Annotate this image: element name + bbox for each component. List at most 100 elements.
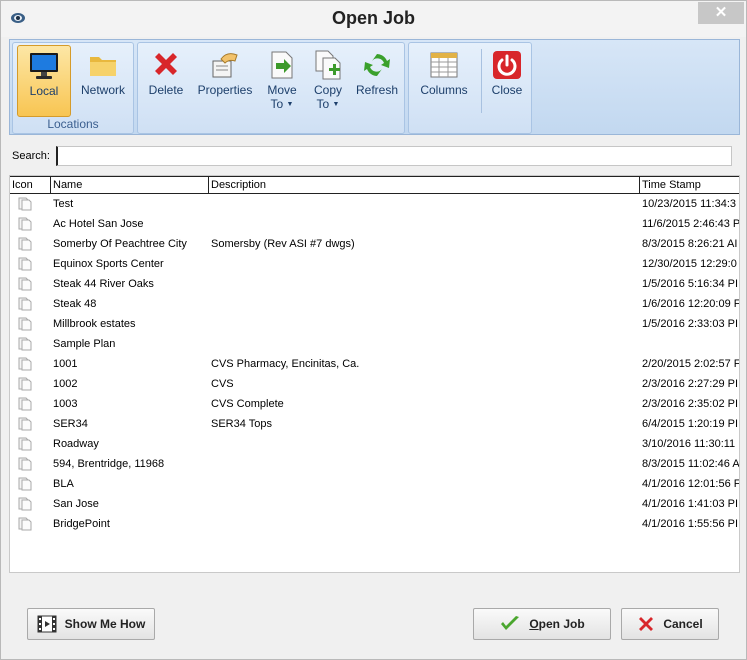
cell-timestamp: 2/3/2016 2:35:02 PI xyxy=(642,398,739,410)
cell-name: San Jose xyxy=(53,498,99,510)
cell-description xyxy=(211,314,639,334)
table-row[interactable]: 1001 CVS Pharmacy, Encinitas, Ca. 2/20/201… xyxy=(10,354,740,374)
refresh-icon xyxy=(364,54,390,76)
document-icon xyxy=(18,497,32,511)
document-icon xyxy=(18,417,32,431)
table-row[interactable]: Equinox Sports Center 12/30/2015 12:29:0 xyxy=(10,254,739,274)
cell-description xyxy=(211,514,639,534)
cell-timestamp: 3/10/2016 11:30:11 xyxy=(642,438,736,450)
document-icon xyxy=(18,377,32,391)
document-icon xyxy=(18,357,32,371)
document-icon xyxy=(18,297,32,311)
table-row[interactable]: Somerby Of Peachtree City Somersby (Rev A… xyxy=(10,234,739,254)
local-button[interactable]: Local xyxy=(17,45,71,117)
table-row[interactable]: BridgePoint 4/1/2016 1:55:56 PI xyxy=(10,514,739,534)
move-to-button[interactable]: Move To ▼ xyxy=(260,45,304,117)
document-icon xyxy=(18,317,32,331)
cell-description xyxy=(211,434,639,454)
document-icon xyxy=(18,277,32,291)
cell-name: Ac Hotel San Jose xyxy=(53,218,144,230)
column-header-icon[interactable]: Icon xyxy=(10,177,51,194)
document-icon xyxy=(18,437,32,451)
document-icon xyxy=(18,217,32,231)
table-row[interactable]: San Jose 4/1/2016 1:41:03 PI xyxy=(10,494,739,514)
cell-name: Equinox Sports Center xyxy=(53,258,164,270)
window-close-button[interactable]: ✕ xyxy=(698,2,744,24)
cell-name: Test xyxy=(53,198,74,210)
cell-name: 1001 xyxy=(53,358,78,370)
locations-group-label: Locations xyxy=(47,117,99,131)
table-row[interactable]: Test 10/23/2015 11:34:3 xyxy=(10,194,739,214)
cell-name: Somerby Of Peachtree City xyxy=(53,238,187,250)
cell-timestamp: 2/20/2015 2:02:57 F xyxy=(642,358,740,370)
show-me-how-label: Show Me How xyxy=(64,617,146,631)
folder-icon xyxy=(90,57,116,76)
local-label: Local xyxy=(29,84,59,98)
table-row[interactable]: Steak 44 River Oaks 1/5/2016 5:16:34 PI xyxy=(10,274,739,294)
column-header-description[interactable]: Description xyxy=(209,177,640,194)
delete-x-icon xyxy=(155,53,177,75)
cell-name: BridgePoint xyxy=(53,518,110,530)
cell-timestamp: 8/3/2015 8:26:21 AI xyxy=(642,238,738,250)
power-icon xyxy=(493,51,521,79)
properties-label: Properties xyxy=(197,83,253,97)
network-label: Network xyxy=(80,83,125,97)
copy-to-icon xyxy=(315,50,341,80)
table-row[interactable]: 1002 CVS 2/3/2016 2:27:29 PI xyxy=(10,374,739,394)
cancel-button[interactable]: Cancel xyxy=(621,608,719,640)
cell-timestamp: 12/30/2015 12:29:0 xyxy=(642,258,737,270)
cell-name: 1002 xyxy=(53,378,78,390)
column-header-timestamp[interactable]: Time Stamp xyxy=(640,177,739,194)
table-row[interactable]: Sample Plan xyxy=(10,334,739,354)
footer: Show Me How Open Job Cancel xyxy=(9,573,740,653)
window-title: Open Job xyxy=(331,8,415,28)
jobs-list: Icon Name Description Time Stamp Test 10/… xyxy=(9,175,740,573)
refresh-button[interactable]: Refresh xyxy=(352,45,402,117)
cell-description: CVS Pharmacy, Encinitas, Ca. xyxy=(211,358,360,370)
open-job-button[interactable]: Open Job xyxy=(473,608,611,640)
table-row[interactable]: Ac Hotel San Jose 11/6/2015 2:46:43 P xyxy=(10,214,740,234)
cell-description: Somersby (Rev ASI #7 dwgs) xyxy=(211,238,355,250)
cell-description xyxy=(211,214,639,234)
cell-name: Sample Plan xyxy=(53,338,116,350)
cell-timestamp: 1/6/2016 12:20:09 F xyxy=(642,298,740,310)
columns-icon xyxy=(430,52,458,78)
table-row[interactable]: BLA 4/1/2016 12:01:56 F xyxy=(10,474,739,494)
table-row[interactable]: Millbrook estates 1/5/2016 2:33:03 PI xyxy=(10,314,739,334)
network-button[interactable]: Network xyxy=(75,45,131,117)
cell-description xyxy=(211,274,639,294)
cell-description xyxy=(211,474,639,494)
actions-group: Delete Properties Move To ▼ Copy To ▼ Re… xyxy=(137,42,405,134)
table-row[interactable]: Steak 48 1/6/2016 12:20:09 F xyxy=(10,294,740,314)
cell-name: BLA xyxy=(53,478,74,490)
document-icon xyxy=(18,477,32,491)
column-header-name[interactable]: Name xyxy=(51,177,209,194)
cell-description xyxy=(211,494,639,514)
close-button[interactable]: Close xyxy=(485,45,529,117)
copy-to-button[interactable]: Copy To ▼ xyxy=(306,45,350,117)
document-icon xyxy=(18,517,32,531)
table-row[interactable]: 1003 CVS Complete 2/3/2016 2:35:02 PI xyxy=(10,394,739,414)
cancel-label: Cancel xyxy=(663,617,703,631)
table-row[interactable]: 594, Brentridge, 11968 8/3/2015 11:02:46 … xyxy=(10,454,739,474)
columns-button[interactable]: Columns xyxy=(413,45,475,117)
properties-button[interactable]: Properties xyxy=(194,45,256,117)
cell-name: SER34 xyxy=(53,418,88,430)
close-label: Close xyxy=(491,83,523,97)
open-job-label: Open Job xyxy=(529,617,585,631)
delete-button[interactable]: Delete xyxy=(142,45,190,117)
cell-description xyxy=(211,334,639,354)
search-input[interactable] xyxy=(56,146,732,166)
monitor-icon xyxy=(30,53,58,79)
document-icon xyxy=(18,337,32,351)
refresh-label: Refresh xyxy=(355,83,399,97)
copy-to-label: Copy To ▼ xyxy=(313,83,342,111)
table-row[interactable]: Roadway 3/10/2016 11:30:11 xyxy=(10,434,739,454)
cell-name: Steak 44 River Oaks xyxy=(53,278,154,290)
document-icon xyxy=(18,237,32,251)
cell-timestamp xyxy=(642,334,739,354)
cell-timestamp: 11/6/2015 2:46:43 P xyxy=(642,218,740,230)
film-strip-icon xyxy=(37,615,57,633)
table-row[interactable]: SER34 SER34 Tops 6/4/2015 1:20:19 PI xyxy=(10,414,739,434)
show-me-how-button[interactable]: Show Me How xyxy=(27,608,155,640)
